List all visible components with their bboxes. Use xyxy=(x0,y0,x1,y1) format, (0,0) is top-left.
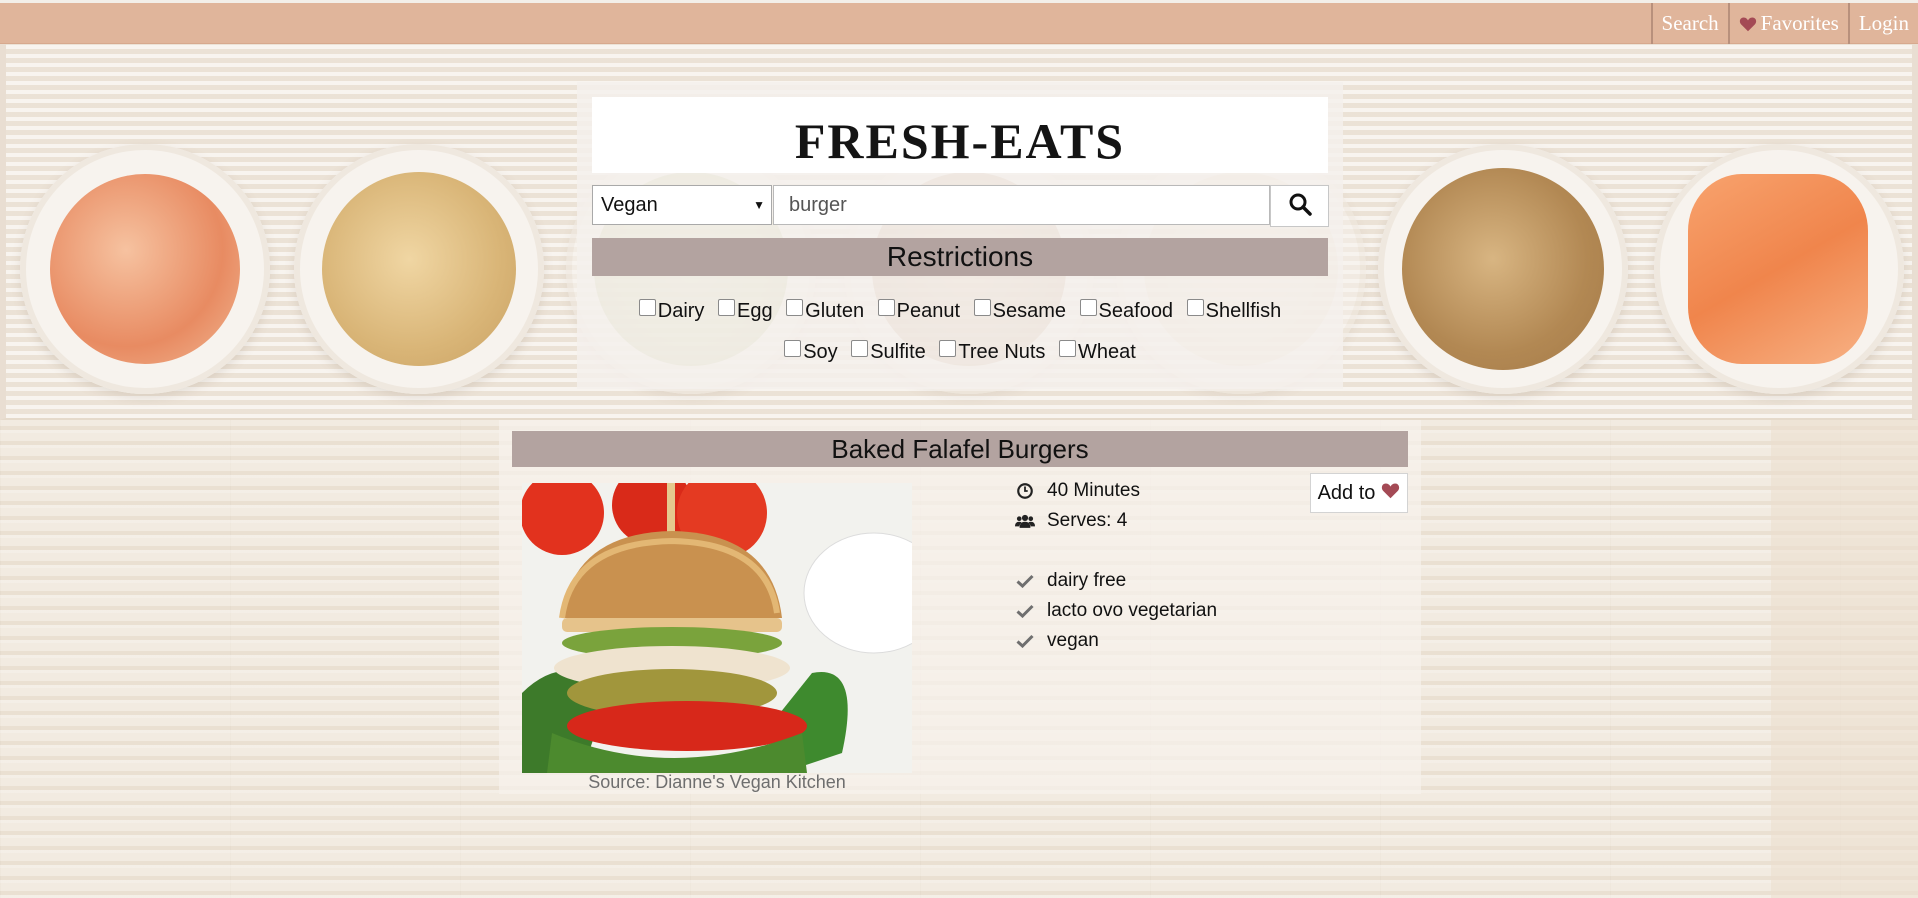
check-icon xyxy=(1015,574,1035,588)
restriction-label: Tree Nuts xyxy=(958,341,1046,363)
checkbox[interactable] xyxy=(1079,299,1097,316)
add-to-favorites-button[interactable]: Add to xyxy=(1310,473,1408,513)
restriction-label: Wheat xyxy=(1078,341,1136,363)
restriction-label: Sulfite xyxy=(870,341,926,363)
checkbox[interactable] xyxy=(851,340,869,357)
search-button[interactable] xyxy=(1270,185,1329,227)
restrictions-list: Dairy Egg Gluten Peanut Sesame Seafood S… xyxy=(592,290,1328,372)
restriction-label: Shellfish xyxy=(1205,300,1282,322)
background-band xyxy=(1771,420,1918,898)
site-logo: FRESH-EATS xyxy=(794,113,1126,169)
add-to-label: Add to xyxy=(1317,482,1376,504)
checkbox[interactable] xyxy=(939,340,957,357)
restriction-label: Egg xyxy=(737,300,773,322)
checkbox[interactable] xyxy=(718,299,735,316)
heart-icon xyxy=(1739,16,1757,32)
recipe-card: Baked Falafel Burgers Source: Dianne's V… xyxy=(499,420,1421,794)
logo-box: FRESH-EATS xyxy=(592,97,1328,173)
search-panel: FRESH-EATS Vegan ▼ burger Restrictions D… xyxy=(577,82,1343,389)
heart-icon xyxy=(1381,474,1400,512)
restrictions-heading: Restrictions xyxy=(592,238,1328,276)
recipe-title[interactable]: Baked Falafel Burgers xyxy=(512,431,1408,467)
restriction-sulfite[interactable]: Sulfite xyxy=(851,332,926,372)
diet-select-value: Vegan xyxy=(601,194,658,216)
restriction-wheat[interactable]: Wheat xyxy=(1059,332,1136,372)
recipe-image[interactable] xyxy=(522,483,912,773)
nav-login-link[interactable]: Login xyxy=(1847,3,1918,44)
users-icon xyxy=(1015,511,1035,531)
nav-search-label: Search xyxy=(1661,11,1719,35)
checkbox[interactable] xyxy=(877,299,895,316)
chevron-down-icon: ▼ xyxy=(753,198,765,212)
nav-search-link[interactable]: Search xyxy=(1650,3,1728,44)
top-nav: Search Favorites Login xyxy=(0,0,1918,44)
check-icon xyxy=(1015,604,1035,618)
shrimp-bowl-image xyxy=(20,144,270,394)
nav-login-label: Login xyxy=(1858,11,1909,35)
diet-label-item: dairy free xyxy=(1015,566,1217,596)
checkbox[interactable] xyxy=(973,299,991,316)
diet-label: vegan xyxy=(1047,630,1099,651)
restriction-label: Seafood xyxy=(1098,300,1174,322)
restriction-shellfish[interactable]: Shellfish xyxy=(1186,291,1282,331)
recipe-source: Source: Dianne's Vegan Kitchen xyxy=(588,772,846,792)
restriction-label: Dairy xyxy=(657,300,705,322)
restriction-soy[interactable]: Soy xyxy=(784,332,838,372)
nav-favorites-link[interactable]: Favorites xyxy=(1727,3,1848,44)
restriction-seafood[interactable]: Seafood xyxy=(1079,291,1174,331)
diet-label-item: vegan xyxy=(1015,626,1217,656)
check-icon xyxy=(1015,634,1035,648)
search-icon xyxy=(1288,192,1312,221)
restriction-label: Peanut xyxy=(896,300,961,322)
restriction-gluten[interactable]: Gluten xyxy=(786,291,864,331)
restriction-dairy[interactable]: Dairy xyxy=(638,291,705,331)
clock-icon xyxy=(1015,482,1035,500)
nav-favorites-label: Favorites xyxy=(1760,11,1839,35)
restriction-peanut[interactable]: Peanut xyxy=(877,291,961,331)
restriction-label: Gluten xyxy=(805,300,865,322)
time-row: 40 Minutes xyxy=(1015,476,1217,506)
checkbox[interactable] xyxy=(784,340,802,357)
recipe-serves: Serves: 4 xyxy=(1047,510,1128,531)
restriction-sesame[interactable]: Sesame xyxy=(973,291,1066,331)
restriction-tree-nuts[interactable]: Tree Nuts xyxy=(939,332,1045,372)
diet-select[interactable]: Vegan ▼ xyxy=(592,185,772,225)
search-input[interactable]: burger xyxy=(773,185,1270,225)
restriction-egg[interactable]: Egg xyxy=(718,291,773,331)
salmon-bowl-image xyxy=(1654,144,1904,394)
wheat-bowl-image xyxy=(1378,144,1628,394)
recipe-meta: 40 Minutes Serves: 4 dairy free lacto ov… xyxy=(1015,476,1217,656)
diet-label: dairy free xyxy=(1047,570,1127,591)
peanut-bowl-image xyxy=(294,144,544,394)
checkbox[interactable] xyxy=(1186,299,1204,316)
diet-label: lacto ovo vegetarian xyxy=(1047,600,1218,621)
recipe-time: 40 Minutes xyxy=(1047,480,1140,501)
serves-row: Serves: 4 xyxy=(1015,506,1217,536)
restriction-label: Sesame xyxy=(992,300,1066,322)
checkbox[interactable] xyxy=(786,299,804,316)
nav-menu: Search Favorites Login xyxy=(1650,3,1918,44)
diet-label-item: lacto ovo vegetarian xyxy=(1015,596,1217,626)
checkbox[interactable] xyxy=(1059,340,1076,357)
restriction-label: Soy xyxy=(803,341,838,363)
checkbox[interactable] xyxy=(638,299,656,316)
